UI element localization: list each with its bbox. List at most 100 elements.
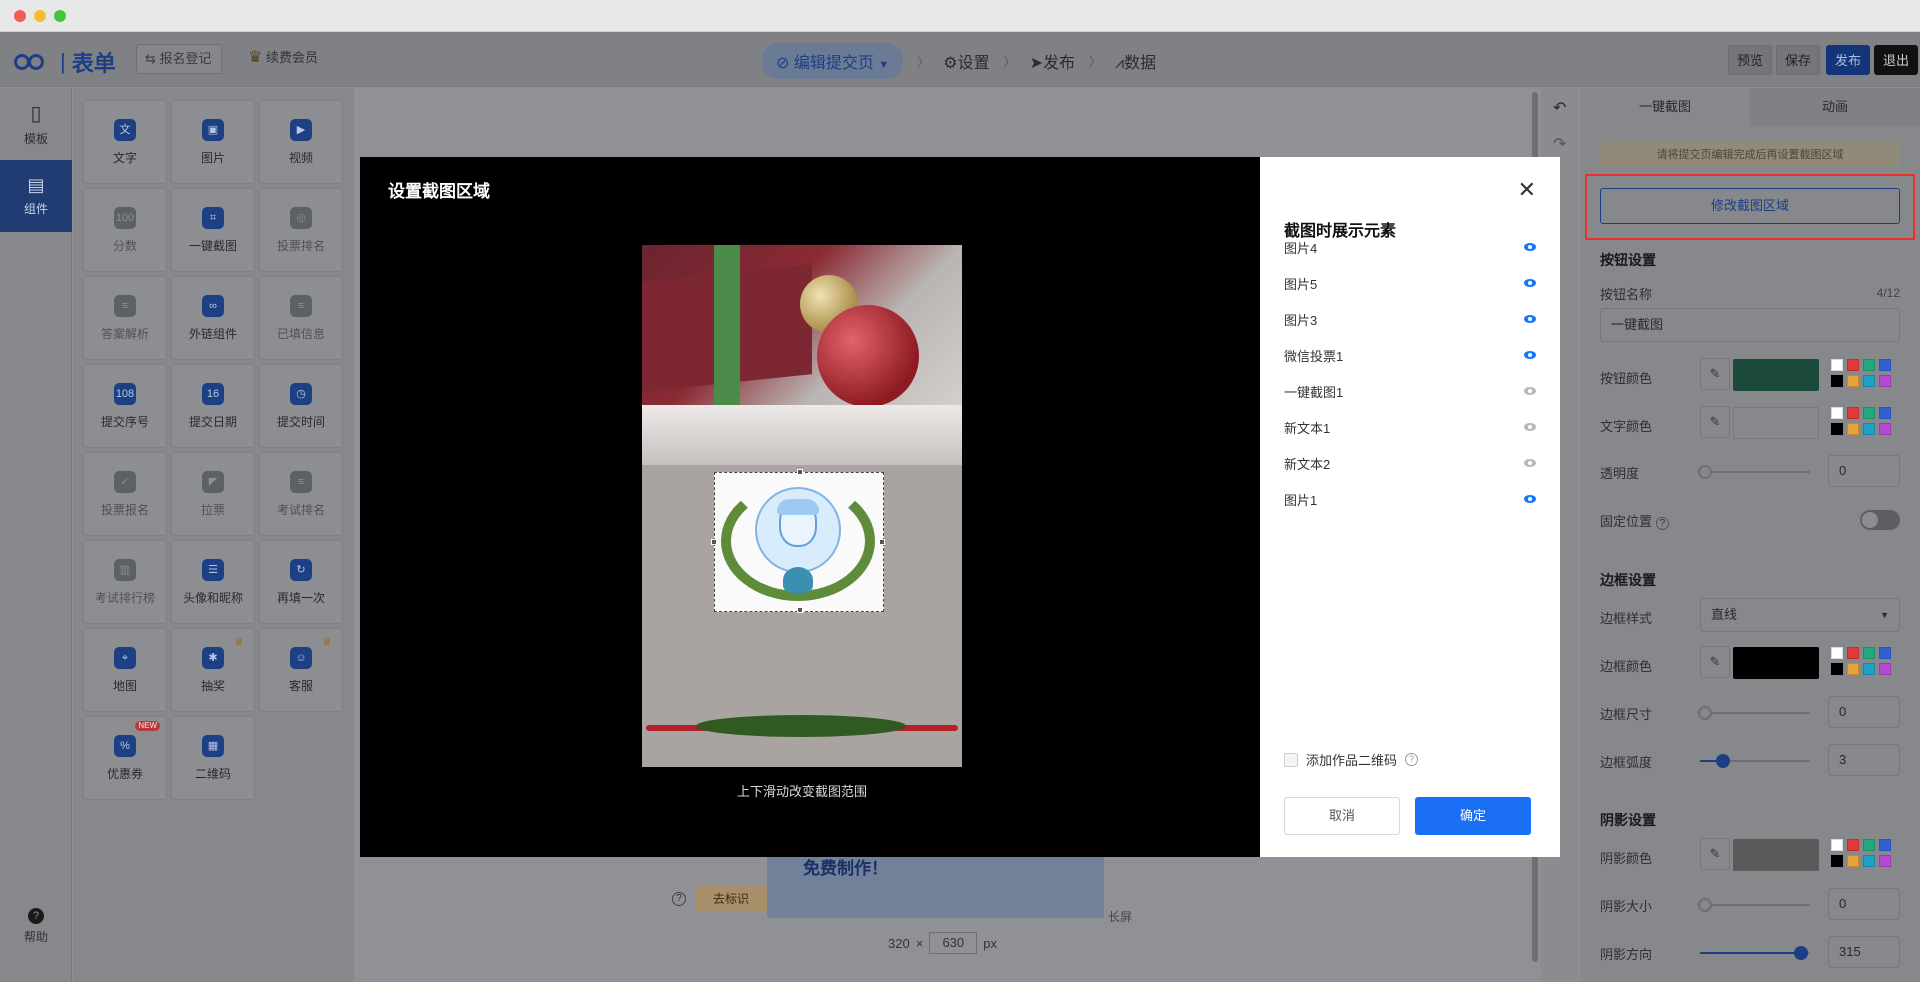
text-color-swatch[interactable] [1733, 407, 1819, 439]
color-swatch[interactable] [1831, 359, 1843, 371]
color-swatch[interactable] [1879, 839, 1891, 851]
crop-area[interactable] [711, 469, 885, 613]
component-15[interactable]: ▥ 考试排行榜 [83, 540, 167, 624]
color-swatch[interactable] [1879, 663, 1891, 675]
component-3[interactable]: 100 分数 [83, 188, 167, 272]
component-1[interactable]: ▣ 图片 [171, 100, 255, 184]
border-style-select[interactable]: 直线 ▼ [1700, 598, 1900, 632]
opacity-input[interactable]: 0 [1828, 455, 1900, 487]
save-button[interactable]: 保存 [1776, 45, 1821, 75]
color-swatch[interactable] [1879, 407, 1891, 419]
logo[interactable]: | 表单 [14, 46, 116, 78]
nav-templates[interactable]: ▯ 模板 [0, 88, 72, 160]
color-swatch[interactable] [1879, 375, 1891, 387]
color-swatch[interactable] [1863, 359, 1875, 371]
eyedropper-icon[interactable]: ✎ [1700, 406, 1730, 438]
component-8[interactable]: ≡ 已填信息 [259, 276, 343, 360]
shadow-direction-slider[interactable] [1700, 946, 1810, 960]
color-swatch[interactable] [1847, 423, 1859, 435]
question-icon[interactable]: ? [672, 892, 686, 906]
canvas-banner-image[interactable]: 免费制作！ [767, 852, 1104, 918]
color-swatch[interactable] [1847, 839, 1859, 851]
component-12[interactable]: ✓ 投票报名 [83, 452, 167, 536]
color-swatch[interactable] [1847, 375, 1859, 387]
maximize-window-dot[interactable] [54, 10, 66, 22]
color-swatch[interactable] [1847, 647, 1859, 659]
component-10[interactable]: 16 提交日期 [171, 364, 255, 448]
eye-icon[interactable] [1524, 315, 1536, 323]
step-data[interactable]: ⩘数据 [1115, 49, 1156, 73]
color-swatch[interactable] [1879, 423, 1891, 435]
shadow-size-slider[interactable] [1698, 898, 1810, 912]
eye-icon[interactable] [1524, 243, 1536, 251]
border-radius-slider[interactable] [1700, 754, 1810, 768]
publish-button[interactable]: 发布 [1826, 45, 1871, 75]
component-17[interactable]: ↻ 再填一次 [259, 540, 343, 624]
close-window-dot[interactable] [14, 10, 26, 22]
canvas-height-input[interactable]: 630 [929, 932, 978, 954]
color-swatch[interactable] [1831, 839, 1843, 851]
component-16[interactable]: ☰ 头像和昵称 [171, 540, 255, 624]
color-swatch[interactable] [1847, 855, 1859, 867]
color-swatch[interactable] [1879, 855, 1891, 867]
crop-handle-left[interactable] [711, 539, 717, 545]
color-swatch[interactable] [1847, 359, 1859, 371]
component-19[interactable]: ✱ 抽奖 ♛ [171, 628, 255, 712]
redo-icon[interactable]: ↷ [1553, 134, 1566, 154]
color-swatch[interactable] [1863, 407, 1875, 419]
shadow-direction-input[interactable]: 315 [1828, 936, 1900, 968]
component-6[interactable]: ≡ 答案解析 [83, 276, 167, 360]
text-color-palette[interactable] [1831, 407, 1891, 435]
preview-button[interactable]: 预览 [1728, 45, 1773, 75]
remove-watermark-button[interactable]: 去标识 [695, 886, 768, 912]
phone-preview[interactable] [642, 245, 962, 767]
color-swatch[interactable] [1831, 375, 1843, 387]
component-11[interactable]: ◷ 提交时间 [259, 364, 343, 448]
color-swatch[interactable] [1831, 423, 1843, 435]
eyedropper-icon[interactable]: ✎ [1700, 838, 1730, 870]
component-20[interactable]: ☺ 客服 ♛ [259, 628, 343, 712]
opacity-slider[interactable] [1698, 465, 1810, 479]
registration-button[interactable]: ⇆ 报名登记 [136, 44, 222, 74]
confirm-button[interactable]: 确定 [1415, 797, 1531, 835]
eye-off-icon[interactable] [1524, 387, 1536, 395]
shadow-color-swatch[interactable] [1733, 839, 1819, 871]
border-radius-input[interactable]: 3 [1828, 744, 1900, 776]
component-13[interactable]: ◤ 拉票 [171, 452, 255, 536]
color-swatch[interactable] [1863, 663, 1875, 675]
exit-button[interactable]: 退出 [1874, 45, 1919, 75]
border-size-input[interactable]: 0 [1828, 696, 1900, 728]
vip-renew-button[interactable]: ♛ 续费会员 [248, 44, 318, 74]
shadow-size-input[interactable]: 0 [1828, 888, 1900, 920]
crop-handle-bottom[interactable] [797, 607, 803, 613]
color-swatch[interactable] [1879, 647, 1891, 659]
add-qr-option[interactable]: 添加作品二维码 ? [1284, 750, 1419, 769]
eyedropper-icon[interactable]: ✎ [1700, 358, 1730, 390]
color-swatch[interactable] [1863, 647, 1875, 659]
eye-off-icon[interactable] [1524, 423, 1536, 431]
color-swatch[interactable] [1863, 423, 1875, 435]
undo-icon[interactable]: ↶ [1553, 98, 1566, 118]
crop-handle-top[interactable] [797, 469, 803, 475]
nav-components[interactable]: ▤ 组件 [0, 160, 72, 232]
color-swatch[interactable] [1863, 855, 1875, 867]
color-swatch[interactable] [1831, 647, 1843, 659]
step-edit-submit-page[interactable]: ⊘ 编辑提交页 ▼ [762, 43, 904, 79]
step-settings[interactable]: ⚙设置 [943, 49, 989, 73]
component-21[interactable]: % 优惠券 NEW [83, 716, 167, 800]
help-button[interactable]: ? 帮助 [0, 908, 72, 945]
eye-icon[interactable] [1524, 279, 1536, 287]
component-4[interactable]: ⌗ 一键截图 [171, 188, 255, 272]
eye-icon[interactable] [1524, 351, 1536, 359]
color-swatch[interactable] [1863, 839, 1875, 851]
tab-screenshot[interactable]: 一键截图 [1580, 88, 1750, 126]
eyedropper-icon[interactable]: ✎ [1700, 646, 1730, 678]
shadow-color-palette[interactable] [1831, 839, 1891, 867]
component-7[interactable]: ∞ 外链组件 [171, 276, 255, 360]
border-size-slider[interactable] [1698, 706, 1810, 720]
border-color-palette[interactable] [1831, 647, 1891, 675]
eye-off-icon[interactable] [1524, 459, 1536, 467]
color-swatch[interactable] [1863, 375, 1875, 387]
crop-handle-right[interactable] [879, 539, 885, 545]
color-swatch[interactable] [1847, 407, 1859, 419]
